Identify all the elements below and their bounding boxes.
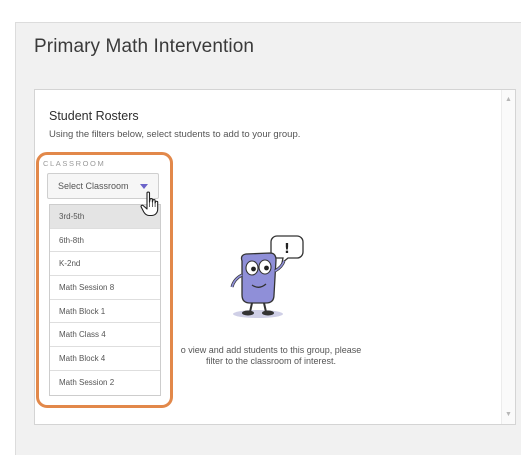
scroll-up-arrow-icon[interactable]: ▲ (505, 96, 512, 103)
roster-title: Student Rosters (49, 109, 139, 123)
empty-state-message: o view and add students to this group, p… (160, 345, 382, 367)
mascot-illustration: ! (230, 235, 304, 318)
card-scrollbar[interactable]: ▲ ▼ (501, 90, 515, 424)
empty-state-line-1: o view and add students to this group, p… (180, 345, 362, 355)
mascot-bubble-text: ! (284, 242, 290, 257)
empty-state-line-2: filter to the classroom of interest. (205, 356, 337, 366)
hand-pointer-icon (140, 191, 159, 217)
roster-subtitle: Using the filters below, select students… (49, 129, 301, 140)
page-title: Primary Math Intervention (34, 36, 255, 57)
scroll-down-arrow-icon[interactable]: ▼ (505, 411, 512, 418)
